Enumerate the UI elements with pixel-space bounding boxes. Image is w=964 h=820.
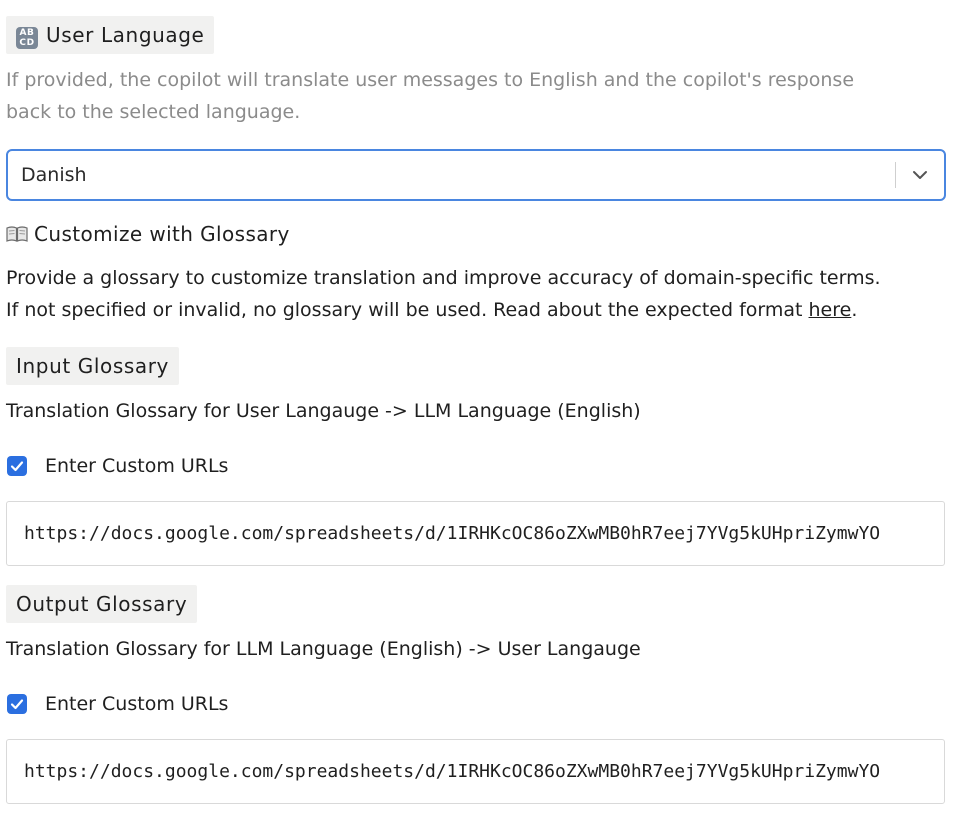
- abcd-input-icon: AB CD: [16, 27, 38, 49]
- glossary-description-suffix: .: [851, 299, 858, 321]
- input-glossary-url-value: https://docs.google.com/spreadsheets/d/1…: [24, 523, 881, 544]
- user-language-heading: AB CD User Language: [6, 16, 215, 54]
- output-glossary-url-field[interactable]: https://docs.google.com/spreadsheets/d/1…: [6, 739, 945, 804]
- output-glossary-heading: Output Glossary: [6, 585, 198, 623]
- user-language-title: User Language: [46, 23, 205, 47]
- input-glossary-custom-urls-label[interactable]: Enter Custom URLs: [45, 454, 228, 478]
- user-language-description-line1: If provided, the copilot will translate …: [6, 69, 855, 91]
- glossary-heading: Customize with Glossary: [6, 222, 290, 246]
- glossary-description-prefix: If not specified or invalid, no glossary…: [6, 299, 809, 321]
- glossary-description-line2: If not specified or invalid, no glossary…: [6, 294, 857, 326]
- output-glossary-custom-urls-checkbox[interactable]: [7, 694, 27, 714]
- input-glossary-custom-urls-checkbox[interactable]: [7, 456, 27, 476]
- glossary-format-link[interactable]: here: [809, 299, 852, 321]
- checkmark-icon: [10, 699, 24, 710]
- input-glossary-heading: Input Glossary: [6, 347, 179, 385]
- input-glossary-url-field[interactable]: https://docs.google.com/spreadsheets/d/1…: [6, 501, 945, 566]
- selected-language-value: Danish: [21, 164, 87, 186]
- select-divider: [895, 162, 896, 188]
- checkmark-icon: [10, 461, 24, 472]
- glossary-description-line1: Provide a glossary to customize translat…: [6, 267, 881, 289]
- chevron-down-icon[interactable]: [910, 165, 930, 185]
- glossary-title: Customize with Glossary: [34, 222, 290, 246]
- book-icon: [6, 226, 28, 242]
- input-glossary-subtitle: Translation Glossary for User Langauge -…: [6, 400, 641, 422]
- output-glossary-custom-urls-label[interactable]: Enter Custom URLs: [45, 692, 228, 716]
- user-language-select[interactable]: Danish: [6, 149, 946, 201]
- output-glossary-subtitle: Translation Glossary for LLM Language (E…: [6, 638, 641, 660]
- user-language-description-line2: back to the selected language.: [6, 101, 301, 123]
- output-glossary-url-value: https://docs.google.com/spreadsheets/d/1…: [24, 761, 881, 782]
